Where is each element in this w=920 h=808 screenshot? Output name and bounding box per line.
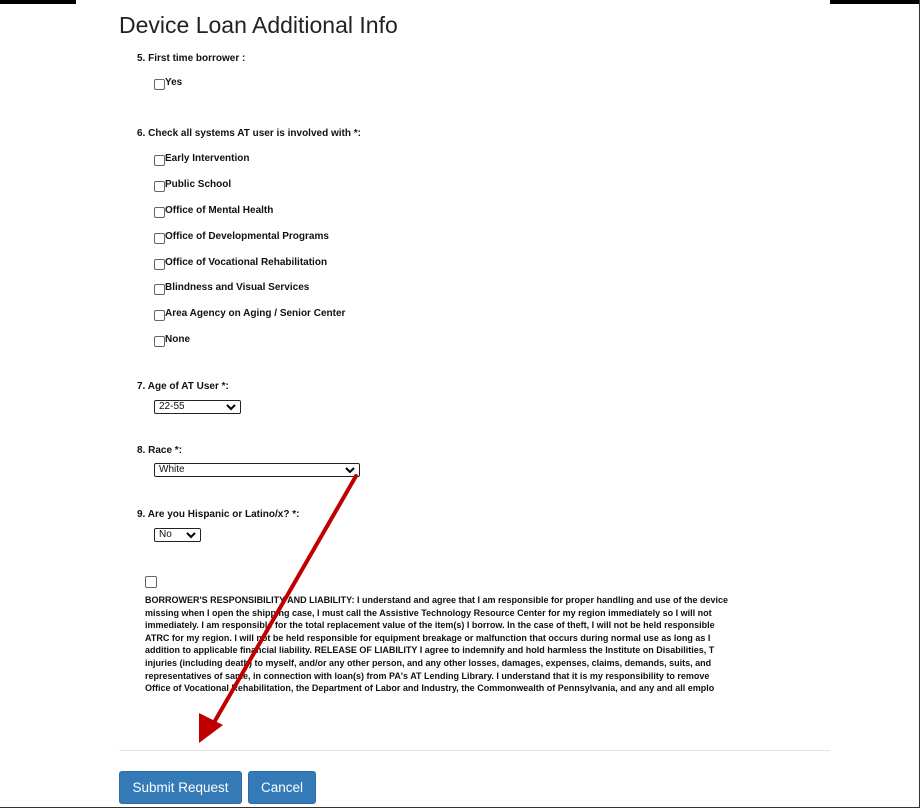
- system-option-aging-senior[interactable]: Area Agency on Aging / Senior Center: [154, 303, 346, 321]
- agreement-line: injuries (including death) to myself, an…: [145, 657, 712, 668]
- age-selected-value: 22-55: [159, 401, 185, 412]
- agreement-line: missing when I open the shipping case, I…: [145, 607, 712, 618]
- form-divider: [119, 750, 830, 751]
- system-option-developmental-programs[interactable]: Office of Developmental Programs: [154, 226, 329, 244]
- age-label: 7. Age of AT User *:: [137, 381, 229, 392]
- agreement-text: BORROWER'S RESPONSIBILITY AND LIABILITY:…: [145, 594, 825, 714]
- window-top-border: [0, 0, 920, 4]
- agreement-line: BORROWER'S RESPONSIBILITY AND LIABILITY:…: [145, 595, 729, 605]
- page-title: Device Loan Additional Info: [119, 12, 398, 38]
- aging-senior-checkbox[interactable]: [154, 310, 165, 321]
- agreement-line: representatives of same, in connection w…: [145, 670, 710, 681]
- agreement-line: Office of Vocational Rehabilitation, the…: [145, 683, 715, 694]
- agreement-line: ATRC for my region. I will not be held r…: [145, 632, 711, 643]
- race-select[interactable]: White: [154, 463, 360, 477]
- system-option-none[interactable]: None: [154, 329, 190, 347]
- first-time-yes-checkbox[interactable]: [154, 79, 165, 90]
- system-option-blindness-visual[interactable]: Blindness and Visual Services: [154, 277, 310, 295]
- option-label: None: [165, 334, 190, 345]
- early-intervention-checkbox[interactable]: [154, 155, 165, 166]
- chevron-down-icon: [226, 404, 236, 411]
- developmental-programs-checkbox[interactable]: [154, 233, 165, 244]
- age-select[interactable]: 22-55: [154, 400, 241, 414]
- mental-health-checkbox[interactable]: [154, 207, 165, 218]
- hispanic-label: 9. Are you Hispanic or Latino/x? *:: [137, 509, 300, 520]
- system-option-mental-health[interactable]: Office of Mental Health: [154, 200, 274, 218]
- option-label: Area Agency on Aging / Senior Center: [165, 308, 346, 319]
- hispanic-selected-value: No: [159, 529, 172, 540]
- vocational-rehabilitation-checkbox[interactable]: [154, 259, 165, 270]
- none-checkbox[interactable]: [154, 336, 165, 347]
- cancel-button[interactable]: Cancel: [248, 771, 316, 804]
- race-label: 8. Race *:: [137, 445, 183, 456]
- option-label: Public School: [165, 179, 232, 190]
- option-label: Office of Vocational Rehabilitation: [165, 257, 328, 268]
- blindness-visual-checkbox[interactable]: [154, 284, 165, 295]
- first-time-yes-option[interactable]: Yes: [154, 72, 183, 90]
- option-label: Blindness and Visual Services: [165, 282, 310, 293]
- option-label: Yes: [165, 77, 183, 88]
- public-school-checkbox[interactable]: [154, 181, 165, 192]
- option-label: Office of Mental Health: [165, 205, 274, 216]
- race-selected-value: White: [159, 464, 185, 475]
- submit-request-button[interactable]: Submit Request: [119, 771, 242, 804]
- chevron-down-icon: [345, 467, 355, 474]
- chevron-down-icon: [186, 532, 196, 539]
- option-label: Early Intervention: [165, 153, 250, 164]
- system-option-public-school[interactable]: Public School: [154, 174, 232, 192]
- system-option-vocational-rehabilitation[interactable]: Office of Vocational Rehabilitation: [154, 252, 328, 270]
- agreement-line: addition to applicable financial liabili…: [145, 645, 715, 656]
- first-time-borrower-label: 5. First time borrower :: [137, 53, 246, 64]
- agreement-checkbox[interactable]: [145, 576, 157, 588]
- systems-involved-label: 6. Check all systems AT user is involved…: [137, 128, 361, 139]
- agreement-line: immediately. I am responsible for the to…: [145, 620, 715, 631]
- hispanic-select[interactable]: No: [154, 528, 201, 542]
- system-option-early-intervention[interactable]: Early Intervention: [154, 148, 250, 166]
- option-label: Office of Developmental Programs: [165, 231, 329, 242]
